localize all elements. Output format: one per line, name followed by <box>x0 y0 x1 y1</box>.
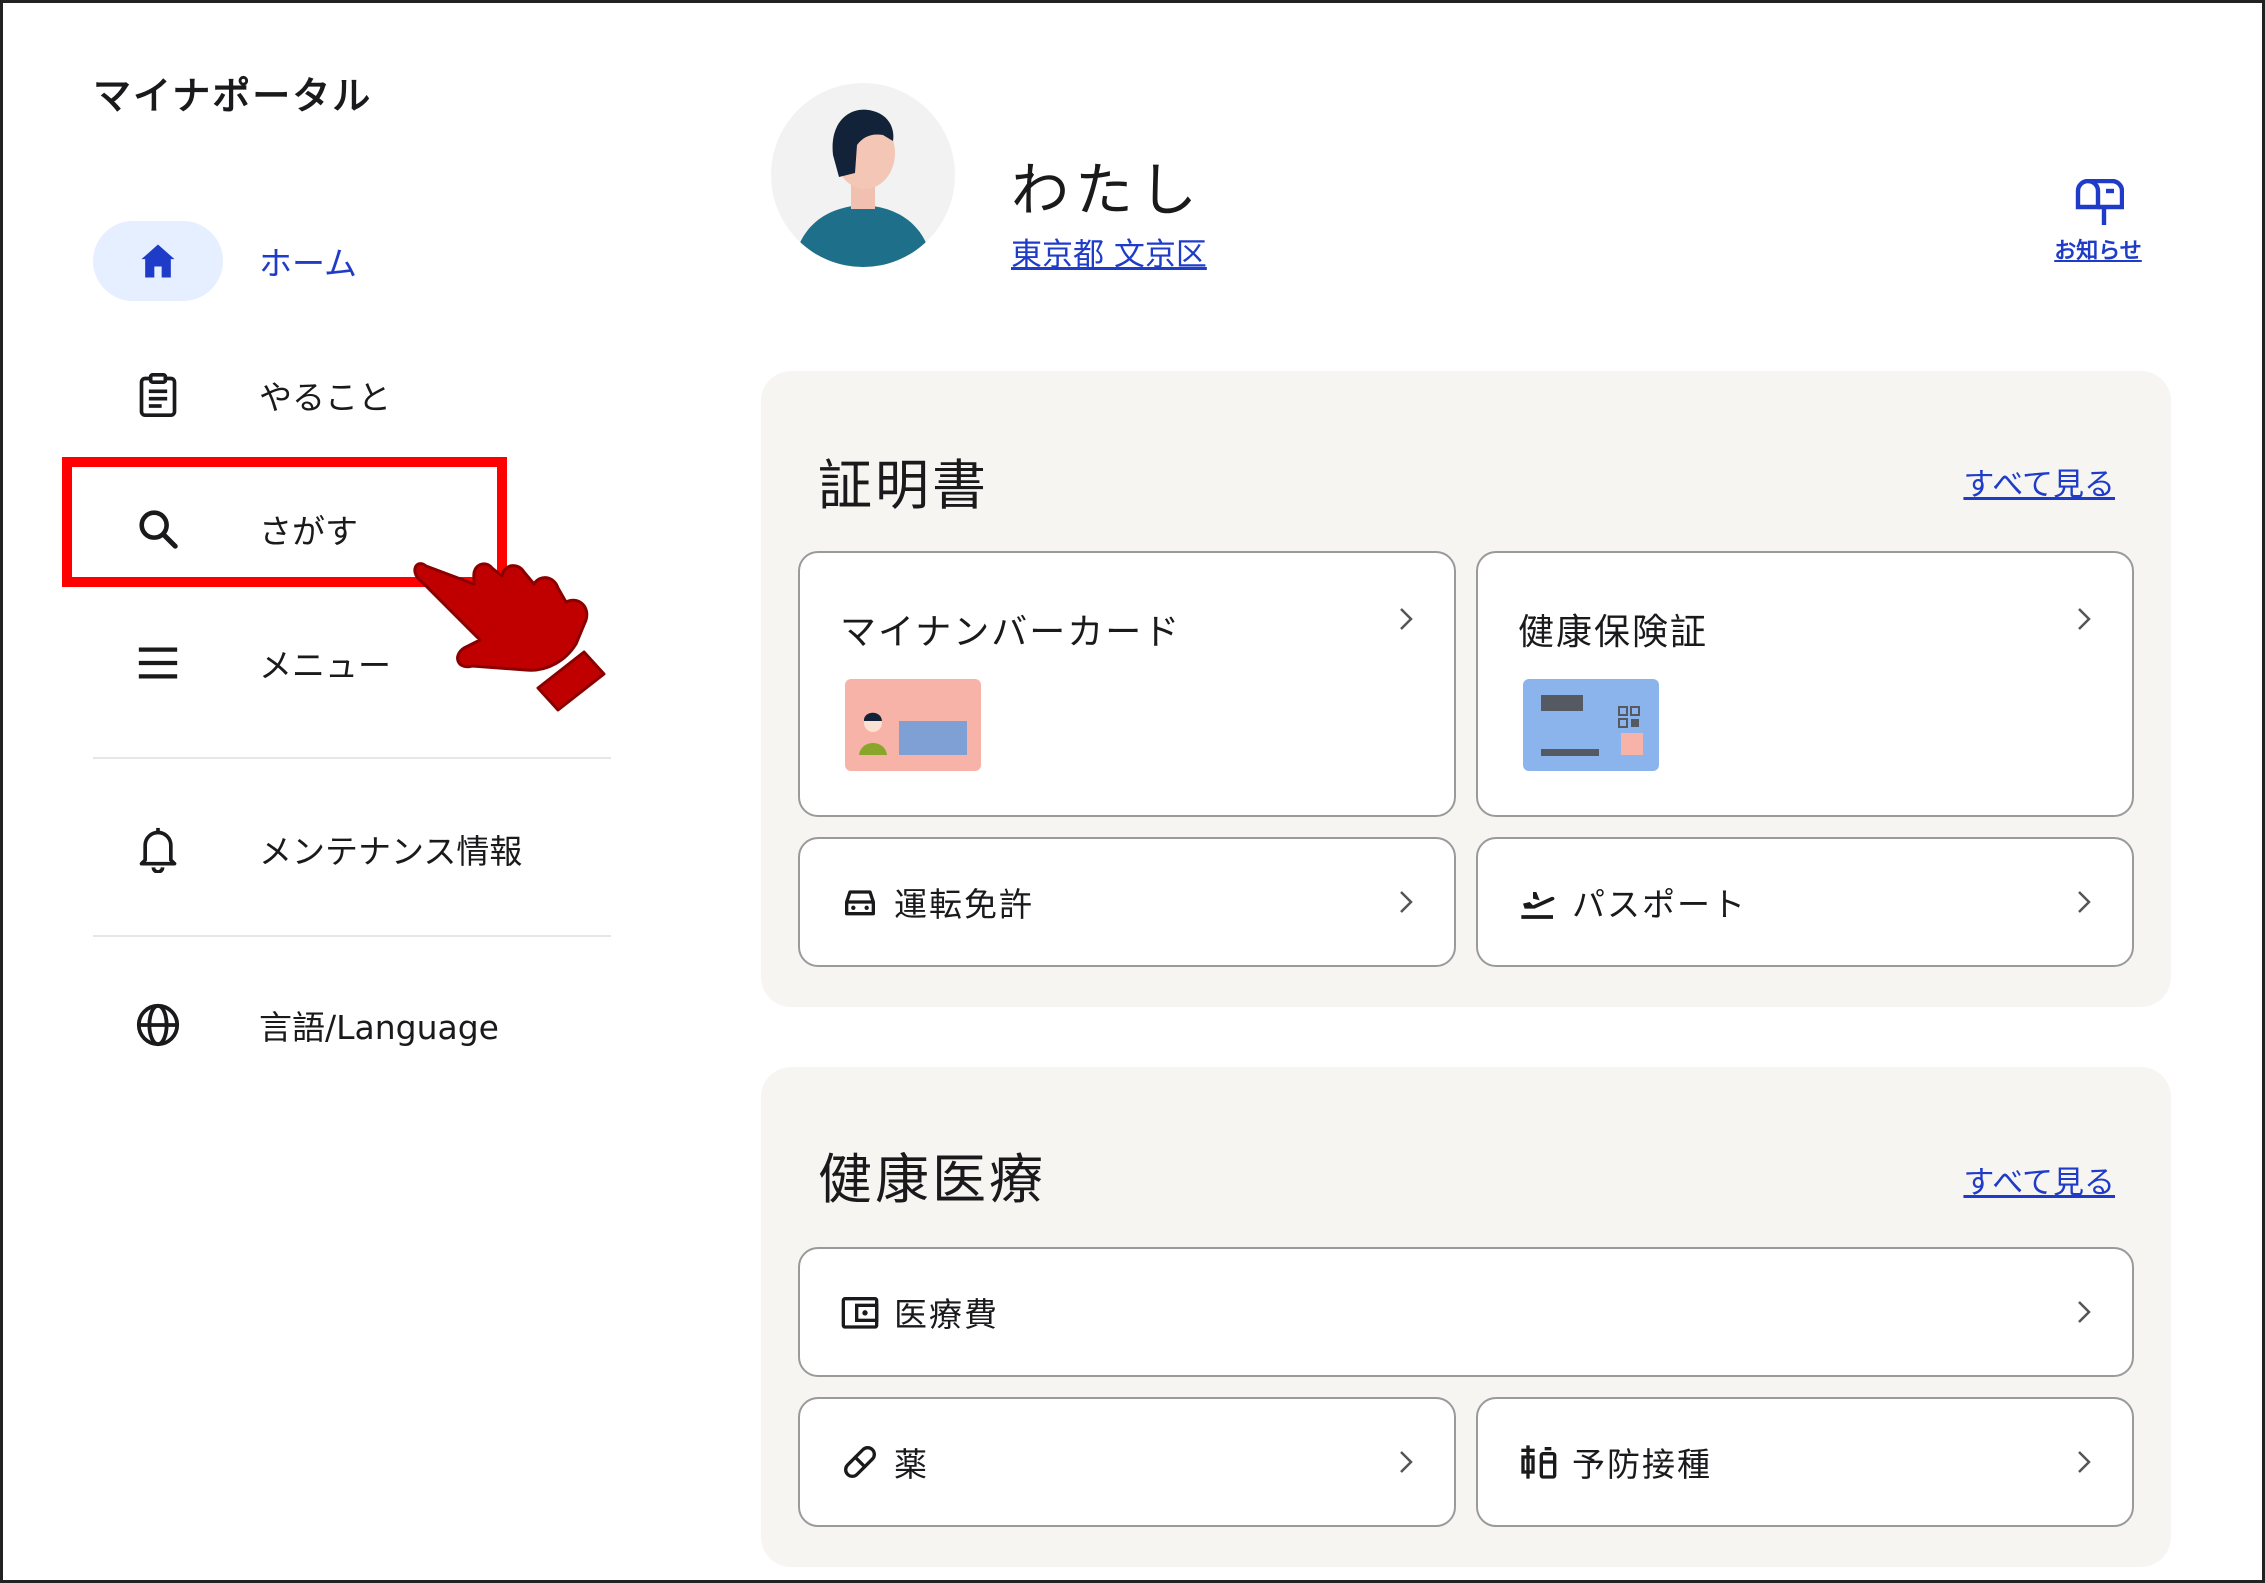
sidebar-item-label: メニュー <box>259 646 391 685</box>
health-insurance-card[interactable]: 健康保険証 <box>1476 551 2134 817</box>
sidebar-divider <box>93 757 611 759</box>
chevron-right-icon <box>1400 608 1413 630</box>
sidebar-item-label: さがす <box>259 512 358 551</box>
my-number-card-card[interactable]: マイナンバーカード <box>798 551 1456 817</box>
chevron-right-icon <box>1400 891 1413 913</box>
home-icon-pill <box>93 221 223 301</box>
card-label: 健康保険証 <box>1518 612 1709 653</box>
insurance-card-illustration <box>1523 679 1659 771</box>
profile-name: わたし <box>1011 156 1204 224</box>
sidebar-item-label: やること <box>259 378 391 417</box>
card-label: 運転免許 <box>894 885 1034 924</box>
certificates-panel: 証明書 すべて見る マイナンバーカード 健康保険証 運転免許 パスポート <box>761 371 2171 1007</box>
sidebar-divider <box>93 935 611 937</box>
menu-icon <box>138 647 178 679</box>
vaccine-icon <box>1521 1445 1557 1479</box>
medicine-card[interactable]: 薬 <box>798 1397 1456 1527</box>
clipboard-icon <box>139 373 177 418</box>
sidebar-item-label: 言語/Language <box>259 1008 499 1047</box>
sidebar-item-todo[interactable]: やること <box>93 355 613 435</box>
chevron-right-icon <box>2078 1451 2091 1473</box>
car-icon <box>845 890 875 916</box>
sidebar-item-menu[interactable]: メニュー <box>93 623 613 703</box>
airplane-icon <box>1521 892 1555 919</box>
profile-location-link[interactable]: 東京都 文京区 <box>1011 229 1207 274</box>
health-panel: 健康医療 すべて見る 医療費 薬 予防接種 <box>761 1067 2171 1567</box>
mailbox-icon <box>2075 178 2125 225</box>
bell-icon <box>139 827 177 873</box>
notifications-label: お知らせ <box>2054 239 2142 264</box>
card-label: マイナンバーカード <box>840 612 1182 653</box>
chevron-right-icon <box>1400 1451 1413 1473</box>
medical-expenses-card[interactable]: 医療費 <box>798 1247 2134 1377</box>
home-icon <box>141 244 175 278</box>
chevron-right-icon <box>2078 891 2091 913</box>
app-title: マイナポータル <box>93 74 373 118</box>
notifications-link[interactable]: お知らせ <box>2038 178 2158 269</box>
wallet-icon <box>841 1297 879 1329</box>
passport-card[interactable]: パスポート <box>1476 837 2134 967</box>
chevron-right-icon <box>2078 608 2091 630</box>
sidebar-item-label: メンテナンス情報 <box>259 832 523 871</box>
sidebar-item-maintenance[interactable]: メンテナンス情報 <box>93 809 613 889</box>
sidebar-item-language[interactable]: 言語/Language <box>93 985 613 1065</box>
pill-icon <box>844 1446 876 1478</box>
card-label: 医療費 <box>894 1295 999 1334</box>
health-see-all-link[interactable]: すべて見る <box>1963 1157 2115 1202</box>
globe-icon <box>136 1003 180 1047</box>
chevron-right-icon <box>2078 1301 2091 1323</box>
certificates-see-all-link[interactable]: すべて見る <box>1963 459 2115 504</box>
screenshot-frame: マイナポータル ホーム やること さがす メニュー メンテナンス情報 言語/La… <box>0 0 2265 1583</box>
vaccination-card[interactable]: 予防接種 <box>1476 1397 2134 1527</box>
card-label: 薬 <box>894 1445 929 1484</box>
sidebar-item-label: ホーム <box>259 244 358 283</box>
sidebar-item-home[interactable]: ホーム <box>93 221 613 301</box>
card-label: パスポート <box>1572 885 1747 924</box>
panel-title: 証明書 <box>818 454 989 517</box>
card-label: 予防接種 <box>1572 1445 1712 1484</box>
panel-title: 健康医療 <box>818 1148 1046 1211</box>
my-number-card-illustration <box>845 679 981 771</box>
sidebar-item-search[interactable]: さがす <box>93 489 613 569</box>
avatar <box>771 83 955 267</box>
driver-license-card[interactable]: 運転免許 <box>798 837 1456 967</box>
search-icon <box>139 510 178 549</box>
